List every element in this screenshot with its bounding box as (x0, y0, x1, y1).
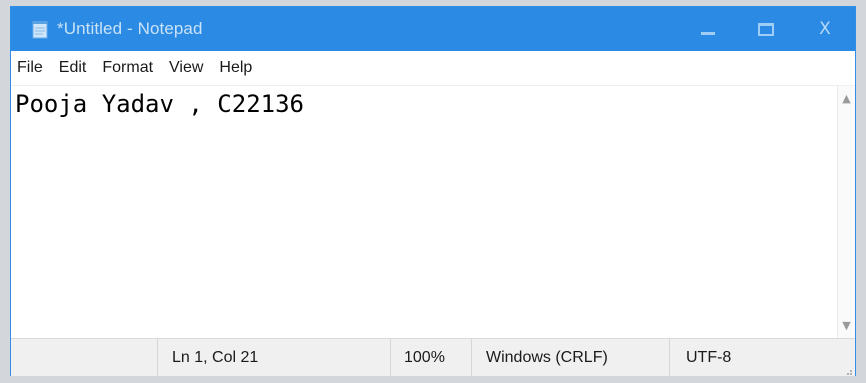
vertical-scrollbar[interactable]: ▲ ▼ (837, 86, 855, 338)
minimize-button[interactable] (679, 7, 737, 51)
scroll-up-arrow-icon[interactable]: ▲ (838, 90, 855, 107)
resize-grip-icon[interactable] (843, 363, 853, 375)
menu-bar: File Edit Format View Help (11, 51, 855, 86)
maximize-button[interactable] (737, 7, 795, 51)
scroll-down-arrow-icon[interactable]: ▼ (838, 317, 855, 334)
menu-file[interactable]: File (11, 55, 51, 81)
minimize-icon (701, 31, 715, 35)
status-empty-segment (11, 339, 157, 376)
notepad-icon[interactable] (31, 19, 51, 39)
menu-format[interactable]: Format (94, 55, 161, 81)
status-cursor-position: Ln 1, Col 21 (157, 339, 390, 376)
menu-view[interactable]: View (161, 55, 211, 81)
menu-help[interactable]: Help (211, 55, 260, 81)
editor-content[interactable]: Pooja Yadav , C22136 (15, 88, 304, 120)
status-bar: Ln 1, Col 21 100% Windows (CRLF) UTF-8 (11, 338, 855, 376)
menu-edit[interactable]: Edit (51, 55, 95, 81)
status-zoom: 100% (390, 339, 471, 376)
title-bar[interactable]: *Untitled - Notepad X (11, 7, 855, 51)
status-encoding: UTF-8 (669, 339, 839, 376)
notepad-window: *Untitled - Notepad X File Edit Format V… (10, 6, 856, 376)
caption-buttons: X (679, 7, 855, 51)
status-line-ending: Windows (CRLF) (471, 339, 669, 376)
maximize-icon (758, 22, 774, 36)
close-button[interactable]: X (795, 7, 855, 51)
window-title: *Untitled - Notepad (57, 19, 203, 38)
text-editor[interactable]: Pooja Yadav , C22136 (11, 86, 839, 338)
close-icon: X (819, 19, 831, 39)
